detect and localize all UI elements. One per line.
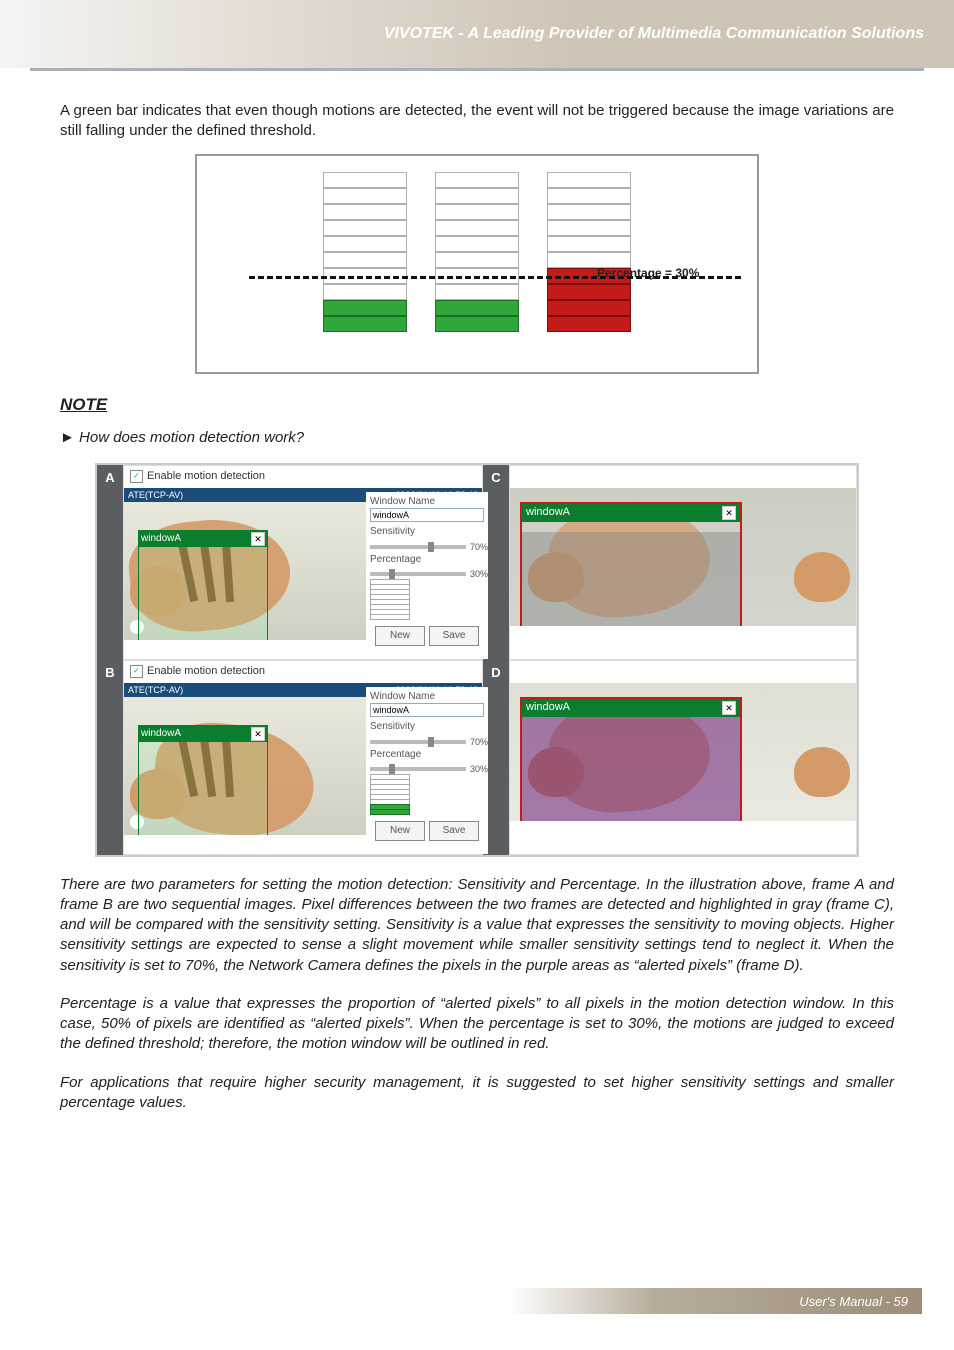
motion-window-d[interactable]: windowA ✕	[520, 697, 742, 821]
stream-id: ATE(TCP-AV)	[128, 489, 183, 501]
close-icon[interactable]: ✕	[722, 701, 736, 715]
window-title-c: windowA	[526, 505, 570, 520]
enable-motion-label: Enable motion detection	[147, 469, 265, 484]
close-icon[interactable]: ✕	[251, 532, 265, 546]
close-icon[interactable]: ✕	[251, 727, 265, 741]
level-indicator	[370, 580, 410, 620]
percentage-label: Percentage	[370, 748, 484, 762]
frame-label-b: B	[97, 660, 123, 855]
motion-window-c[interactable]: windowA ✕	[520, 502, 742, 626]
percentage-label: Percentage	[370, 553, 484, 567]
stream-id: ATE(TCP-AV)	[128, 684, 183, 696]
save-button[interactable]: Save	[429, 626, 479, 646]
save-button[interactable]: Save	[429, 821, 479, 841]
motion-window-b[interactable]: windowA ✕	[138, 725, 268, 835]
checkbox-icon[interactable]: ✓	[130, 665, 143, 678]
frame-a: ✓ Enable motion detection ATE(TCP-AV) 20…	[123, 465, 483, 660]
note-question: ► How does motion detection work?	[60, 428, 894, 448]
sensitivity-slider[interactable]: 70%	[370, 740, 466, 744]
percentage-slider[interactable]: 30%	[370, 572, 466, 576]
percentage-slider[interactable]: 30%	[370, 767, 466, 771]
body-p1: There are two parameters for setting the…	[60, 875, 894, 976]
threshold-figure: Percentage = 30%	[195, 154, 759, 374]
percentage-value: 30%	[470, 568, 488, 580]
frame-c: windowA ✕	[509, 465, 857, 660]
new-button[interactable]: New	[375, 821, 425, 841]
footer-label: User's Manual - 59	[799, 1294, 908, 1309]
motion-diagram: A ✓ Enable motion detection ATE(TCP-AV) …	[95, 463, 859, 857]
body-p3: For applications that require higher sec…	[60, 1073, 894, 1114]
frame-d: windowA ✕	[509, 660, 857, 855]
page-header: VIVOTEK - A Leading Provider of Multimed…	[0, 0, 954, 68]
sensitivity-value: 70%	[470, 541, 488, 553]
page-footer: User's Manual - 59	[508, 1288, 922, 1314]
window-title-b: windowA	[141, 727, 181, 741]
window-title-d: windowA	[526, 700, 570, 715]
new-button[interactable]: New	[375, 626, 425, 646]
percentage-value: 30%	[470, 763, 488, 775]
enable-motion-label: Enable motion detection	[147, 664, 265, 679]
close-icon[interactable]: ✕	[722, 506, 736, 520]
threshold-bar-3	[547, 172, 631, 332]
checkbox-icon[interactable]: ✓	[130, 470, 143, 483]
window-name-input[interactable]	[370, 508, 484, 522]
note-heading: NOTE	[60, 394, 894, 417]
threshold-bar-1	[323, 172, 407, 332]
motion-window-a[interactable]: windowA ✕	[138, 530, 268, 640]
sensitivity-value: 70%	[470, 736, 488, 748]
sensitivity-label: Sensitivity	[370, 720, 484, 734]
threshold-label: Percentage = 30%	[597, 265, 699, 281]
window-title-a: windowA	[141, 532, 181, 546]
window-name-label: Window Name	[370, 495, 484, 509]
threshold-bar-2	[435, 172, 519, 332]
level-indicator	[370, 775, 410, 815]
intro-paragraph: A green bar indicates that even though m…	[60, 101, 894, 142]
window-name-label: Window Name	[370, 690, 484, 704]
window-name-input[interactable]	[370, 703, 484, 717]
frame-label-a: A	[97, 465, 123, 660]
frame-b: ✓ Enable motion detection ATE(TCP-AV) 20…	[123, 660, 483, 855]
sensitivity-slider[interactable]: 70%	[370, 545, 466, 549]
body-p2: Percentage is a value that expresses the…	[60, 994, 894, 1055]
sensitivity-label: Sensitivity	[370, 525, 484, 539]
brand-tagline: VIVOTEK - A Leading Provider of Multimed…	[384, 25, 924, 43]
